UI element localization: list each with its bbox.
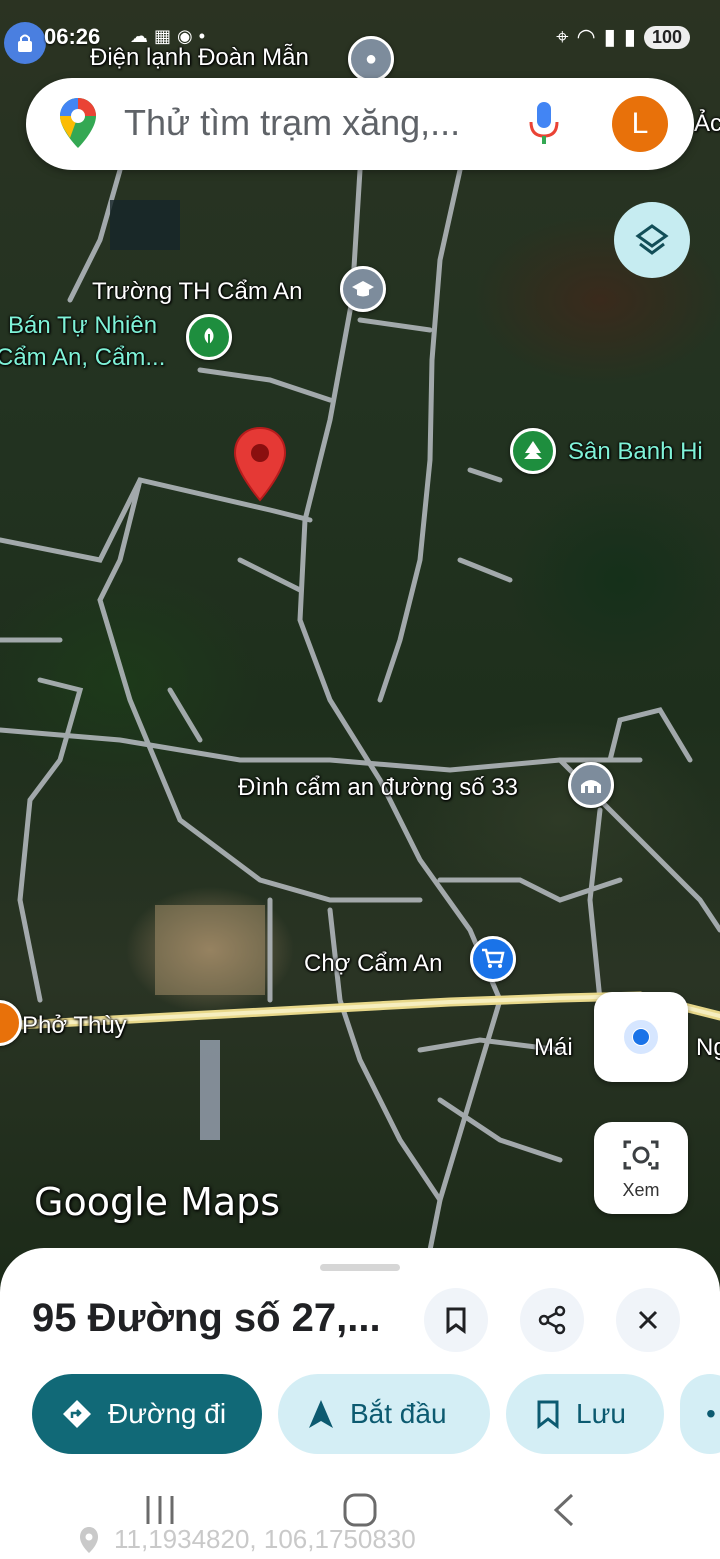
share-button[interactable] [520, 1288, 584, 1352]
location-icon: ⌖ [556, 24, 569, 49]
camera-lens-icon [623, 1140, 659, 1170]
map-label-ng[interactable]: Ng [696, 1034, 720, 1062]
building-roof [200, 1040, 220, 1140]
signal-icon-2: ▮ [623, 24, 636, 49]
search-bar[interactable]: Thử tìm trạm xăng,... L [26, 78, 694, 170]
temple-icon[interactable] [568, 762, 614, 808]
messenger-icon: ◉ [177, 26, 193, 46]
system-nav-bar [0, 1486, 720, 1559]
sheet-drag-handle[interactable] [320, 1264, 400, 1271]
map-label-temple[interactable]: Đình cẩm an đường số 33 [238, 774, 518, 802]
battery-level: 100 [643, 25, 690, 49]
microphone-icon[interactable] [526, 100, 562, 148]
share-icon [538, 1305, 566, 1335]
directions-button[interactable]: Đường đi [32, 1374, 262, 1454]
map-label-field[interactable]: Sân Banh Hi [568, 438, 703, 466]
map-label-nature-1[interactable]: Bán Tự Nhiên [8, 312, 157, 340]
wifi-icon: ◠ [576, 24, 596, 49]
layers-icon [635, 224, 669, 255]
close-icon [638, 1310, 658, 1330]
map-label-school[interactable]: Trường TH Cẩm An [92, 278, 303, 306]
status-bar: 06:26 ☁ ▦ ◉ • ⌖ ◠ ▮ ▮ 100 [0, 18, 720, 64]
lens-view-button[interactable]: Xem [594, 1122, 688, 1214]
google-maps-watermark: Google Maps [34, 1180, 281, 1224]
directions-label: Đường đi [108, 1398, 227, 1429]
cloud-icon: ☁ [130, 26, 148, 46]
share-chip-icon: • [706, 1398, 716, 1429]
signal-icon: ▮ [603, 24, 616, 49]
home-icon[interactable] [342, 1492, 378, 1528]
start-button[interactable]: Bắt đầu [278, 1374, 490, 1454]
calendar-icon: ▦ [154, 26, 172, 46]
road-network [0, 167, 720, 1300]
selected-location-pin-icon[interactable] [232, 426, 288, 502]
map-label-market[interactable]: Chợ Cẩm An [304, 950, 442, 978]
place-title: 95 Đường số 27,... [32, 1296, 381, 1340]
back-icon[interactable] [550, 1492, 576, 1528]
map-label-mai[interactable]: Mái [534, 1034, 573, 1062]
save-button[interactable]: Lưu [506, 1374, 664, 1454]
navigation-arrow-icon [308, 1399, 334, 1429]
map-canvas[interactable]: ● Điện lạnh Đoàn Mẫn Trường TH Cẩm An Bá… [0, 0, 720, 1300]
search-input[interactable]: Thử tìm trạm xăng,... [124, 102, 460, 144]
status-system-icons: ⌖ ◠ ▮ ▮ 100 [556, 24, 690, 50]
my-location-icon [624, 1020, 658, 1054]
park-leaf-icon[interactable] [186, 314, 232, 360]
google-maps-logo-icon [60, 98, 96, 148]
save-label: Lưu [576, 1398, 626, 1429]
account-avatar[interactable]: L [612, 96, 668, 152]
map-label-nature-2[interactable]: Cẩm An, Cẩm... [0, 344, 165, 372]
map-label-pho[interactable]: Phở Thùy [22, 1012, 127, 1040]
map-label-top-right[interactable]: Ảc [694, 110, 720, 138]
lock-notification-icon [4, 22, 46, 64]
save-bookmark-icon [536, 1399, 560, 1429]
recent-apps-icon[interactable] [144, 1494, 176, 1526]
bookmark-button[interactable] [424, 1288, 488, 1352]
pond [110, 200, 180, 250]
start-label: Bắt đầu [350, 1398, 447, 1429]
directions-icon [62, 1399, 92, 1429]
status-notification-icons: ☁ ▦ ◉ • [130, 26, 205, 47]
more-dot-icon: • [198, 26, 206, 46]
my-location-button[interactable] [594, 992, 688, 1082]
shopping-cart-icon[interactable] [470, 936, 516, 982]
field-tree-icon[interactable] [510, 428, 556, 474]
share-chip-button[interactable]: • [680, 1374, 720, 1454]
close-button[interactable] [616, 1288, 680, 1352]
status-time: 06:26 [44, 24, 101, 49]
bare-land-patch [155, 905, 265, 995]
map-layers-button[interactable] [614, 202, 690, 278]
school-cap-icon[interactable] [340, 266, 386, 312]
lens-view-label: Xem [622, 1180, 660, 1200]
bookmark-icon [446, 1307, 466, 1334]
